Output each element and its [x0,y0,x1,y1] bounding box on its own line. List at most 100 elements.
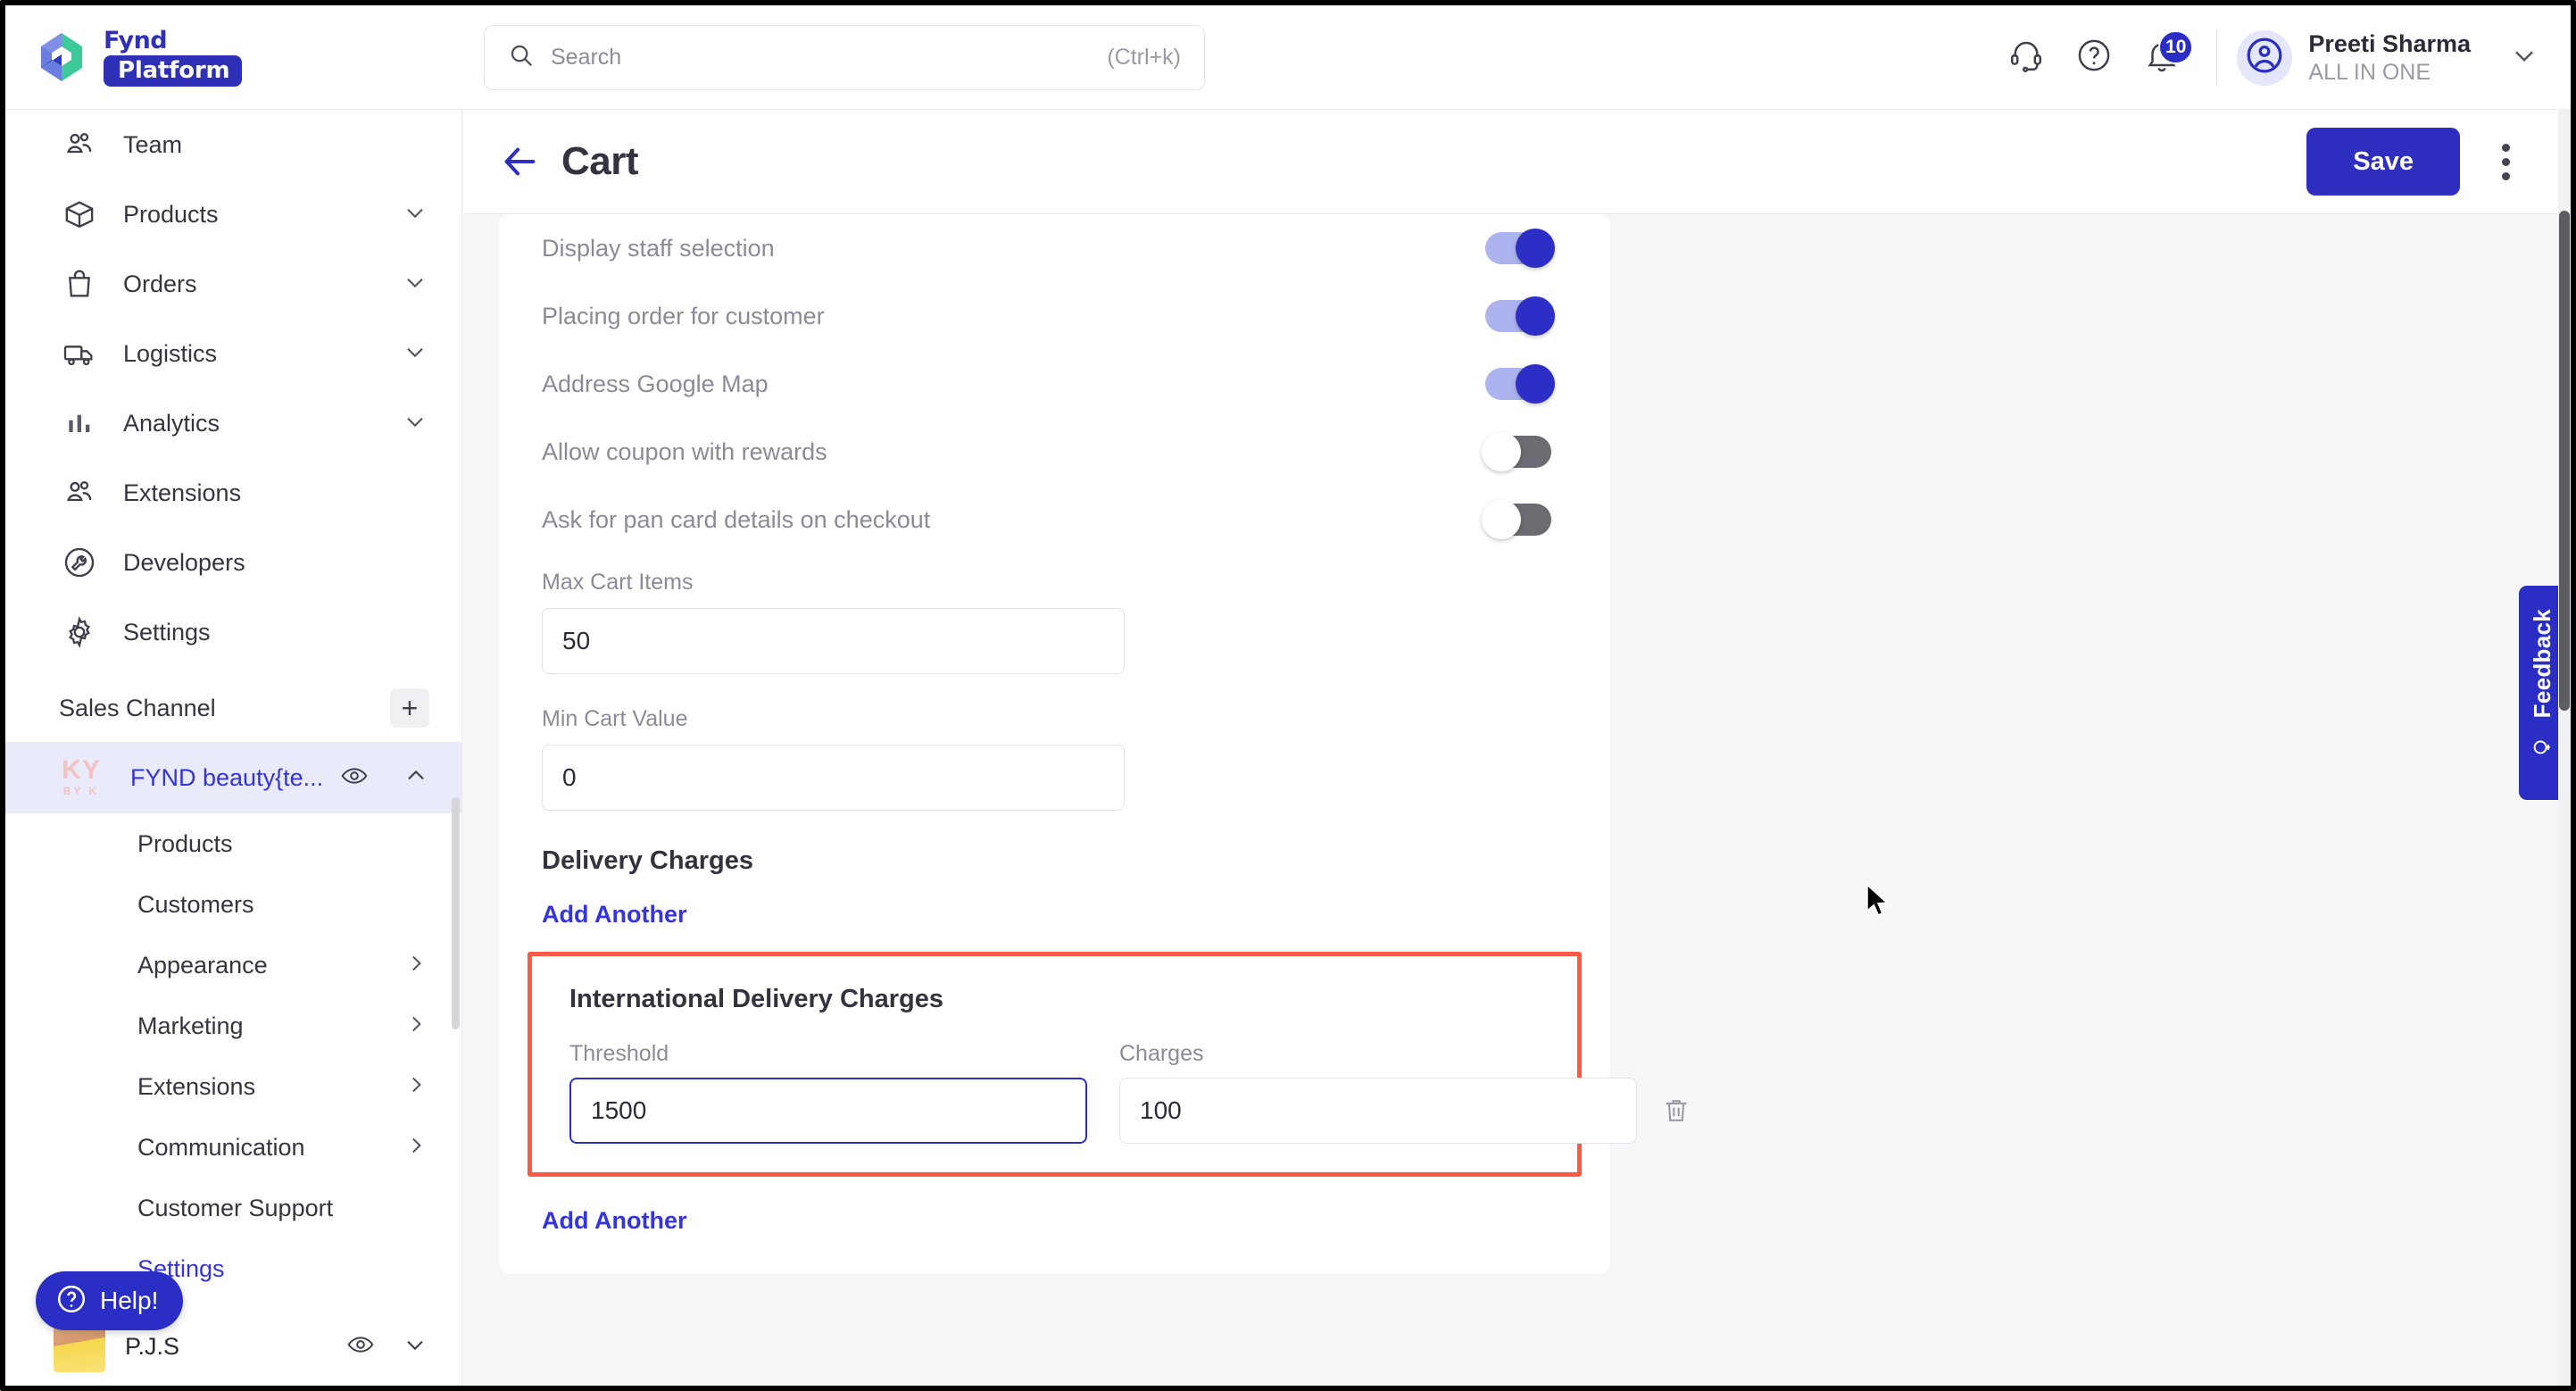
sidebar-item-logistics[interactable]: Logistics [5,319,461,388]
channel-logo: KY BY K [54,753,109,803]
sales-channel-section-header: Sales Channel + [5,674,461,742]
setting-label: Display staff selection [542,234,775,262]
bar-chart-icon [61,404,98,442]
global-search-bar[interactable]: Search (Ctrl+k) [484,25,1205,90]
user-name: Preeti Sharma [2308,29,2471,57]
user-profile[interactable]: Preeti Sharma ALL IN ONE [2308,30,2471,86]
help-button-floating[interactable]: Help! [36,1271,184,1330]
search-input[interactable]: Search [551,45,1091,71]
avatar[interactable] [2237,29,2293,86]
eye-icon[interactable] [339,761,370,795]
chevron-right-icon [403,1132,429,1163]
truck-icon [61,335,98,372]
sidebar-item-label: Products [123,200,219,228]
user-circle-icon [2244,35,2285,80]
page-scrollbar-thumb[interactable] [2559,211,2570,711]
subitem-label: Communication [137,1133,305,1161]
brand-logo[interactable]: Fynd Platform [34,29,243,87]
chevron-down-icon[interactable] [401,407,429,440]
eye-icon[interactable] [345,1329,376,1364]
people-icon [61,126,98,163]
chevron-up-icon[interactable] [402,762,430,795]
toggle-display-staff-selection[interactable] [1485,229,1555,268]
setting-row-ask-pan-card-details: Ask for pan card details on checkout [499,486,1610,554]
support-button[interactable] [1998,30,2054,86]
sidebar-subitem-customer-support[interactable]: Customer Support [5,1178,461,1238]
channel-logo-top: KY [62,754,101,785]
field-max-cart-items: Max Cart Items 50 [499,554,1610,674]
topbar-actions: 10 Preeti Sharma ALL IN ONE [1986,5,2540,110]
help-button[interactable] [2066,30,2122,86]
sidebar-item-label: Logistics [123,339,218,367]
wrench-circle-icon [61,544,98,581]
min-cart-value-input[interactable]: 0 [542,745,1125,811]
chevron-down-icon[interactable] [401,337,429,371]
toggle-ask-pan-card-details[interactable] [1482,500,1551,539]
top-navigation-bar: Fynd Platform Search (Ctrl+k) 10 Preeti … [5,5,2571,110]
sidebar-item-developers[interactable]: Developers [5,528,461,597]
charges-input[interactable]: 100 [1119,1078,1637,1144]
sidebar-item-orders[interactable]: Orders [5,249,461,319]
sidebar-subitem-communication[interactable]: Communication [5,1117,461,1178]
setting-label: Placing order for customer [542,302,825,329]
user-menu-toggle[interactable] [2508,39,2540,76]
search-shortcut-hint: (Ctrl+k) [1107,45,1181,70]
field-charges: Charges 100 [1119,1041,1637,1144]
brand-name-bottom: Platform [104,54,243,87]
bag-icon [61,265,98,303]
trash-icon[interactable] [1660,1078,1692,1144]
sidebar-item-analytics[interactable]: Analytics [5,388,461,458]
group-title: International Delivery Charges [569,985,944,1013]
user-organization: ALL IN ONE [2308,59,2431,85]
app-window: Fynd Platform Search (Ctrl+k) 10 Preeti … [0,0,2576,1391]
chevron-down-icon[interactable] [401,1330,429,1363]
add-another-top-button[interactable]: Add Another [499,876,729,929]
sidebar-subitem-marketing[interactable]: Marketing [5,995,461,1056]
sidebar-item-label: Settings [123,618,211,646]
sidebar: Team Products Orders Logistics Analytics… [5,110,462,1386]
threshold-input[interactable]: 1500 [569,1078,1087,1144]
channel-logo-bottom: BY K [62,784,100,797]
sidebar-item-extensions[interactable]: Extensions [5,458,461,528]
sidebar-scrollbar-thumb[interactable] [452,797,460,1029]
delivery-charges-title: Delivery Charges [542,846,753,875]
sidebar-subitem-customers[interactable]: Customers [5,874,461,935]
toggle-placing-order-for-customer[interactable] [1485,296,1555,336]
more-vertical-icon[interactable] [2476,132,2535,191]
sidebar-subitem-appearance[interactable]: Appearance [5,935,461,995]
gear-icon [61,613,98,651]
chevron-down-icon[interactable] [401,268,429,301]
sidebar-item-label: Extensions [123,479,242,506]
toggle-allow-coupon-with-rewards[interactable] [1482,432,1551,471]
toggle-address-google-map[interactable] [1485,364,1555,404]
field-label: Charges [1119,1041,1204,1066]
field-label: Min Cart Value [542,706,688,731]
sidebar-item-settings[interactable]: Settings [5,597,461,667]
sidebar-item-label: Developers [123,548,245,576]
max-cart-items-input[interactable]: 50 [542,608,1125,674]
add-another-bottom-button[interactable]: Add Another [499,1177,729,1235]
notifications-button[interactable]: 10 [2134,29,2194,86]
notification-count-badge: 10 [2158,29,2194,64]
help-label: Help! [100,1287,159,1314]
chevron-right-icon [403,1011,429,1042]
content-area: Display staff selection Placing order fo… [463,214,2571,1386]
page-title: Cart [561,139,639,183]
sidebar-item-products[interactable]: Products [5,179,461,249]
sidebar-subitem-extensions[interactable]: Extensions [5,1056,461,1117]
store-name: P.J.S [125,1332,180,1360]
sidebar-channel-fynd-beauty[interactable]: KY BY K FYND beauty{te... [5,742,461,813]
question-circle-icon [55,1283,87,1320]
save-button[interactable]: Save [2306,128,2460,196]
setting-row-allow-coupon-with-rewards: Allow coupon with rewards [499,418,1610,486]
sidebar-item-team[interactable]: Team [5,110,461,179]
plus-icon[interactable]: + [390,688,429,728]
chevron-down-icon[interactable] [401,198,429,231]
international-delivery-charges-group: International Delivery Charges Threshold… [528,952,1687,1177]
sidebar-item-label: Orders [123,270,197,297]
subitem-label: Appearance [137,951,268,979]
arrow-left-icon[interactable] [499,141,540,182]
field-min-cart-value: Min Cart Value 0 [499,674,1610,811]
box-icon [61,196,98,233]
sidebar-subitem-products[interactable]: Products [5,813,461,874]
